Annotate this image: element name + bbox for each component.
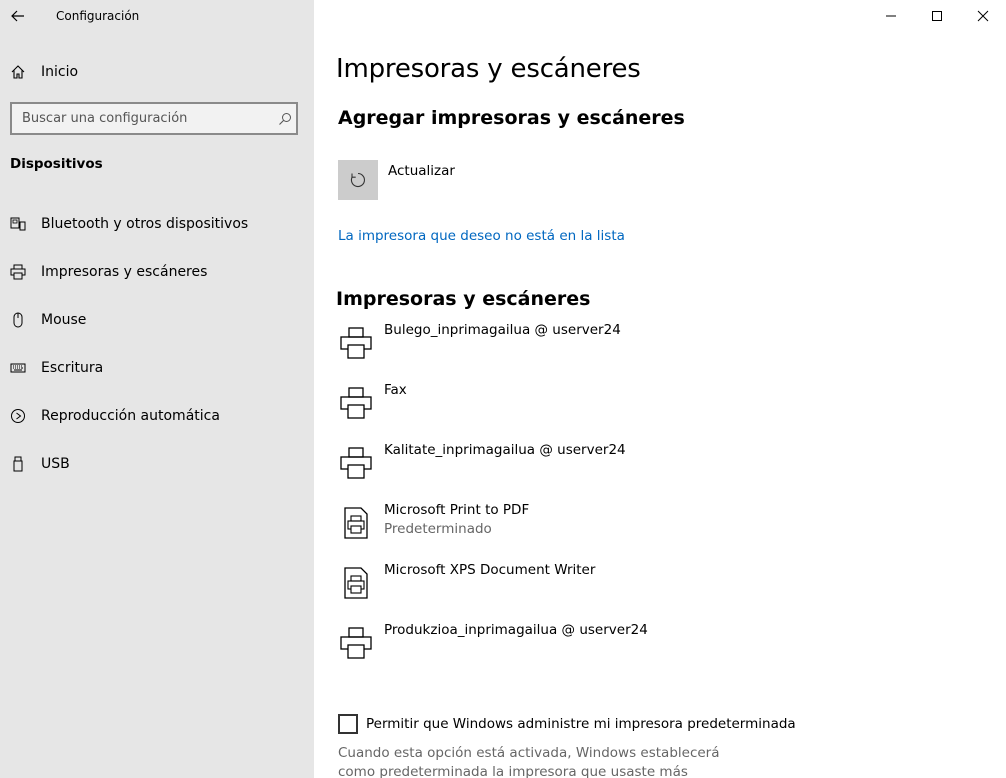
- checkbox-label: Permitir que Windows administre mi impre…: [366, 716, 796, 732]
- sidebar-item-label: Escritura: [41, 360, 104, 376]
- sidebar-item-typing[interactable]: Escritura: [0, 344, 314, 392]
- page-title: Impresoras y escáneres: [336, 54, 641, 84]
- minimize-icon: [886, 15, 896, 17]
- sidebar-item-autoplay[interactable]: Reproducción automática: [0, 392, 314, 440]
- window-controls: [868, 0, 1006, 32]
- printer-name: Kalitate_inprimagailua @ userver24: [384, 442, 626, 458]
- mouse-icon: [0, 312, 36, 328]
- printer-icon: [336, 443, 376, 483]
- option-description: Cuando esta opción está activada, Window…: [338, 745, 720, 778]
- printer-name: Bulego_inprimagailua @ userver24: [384, 322, 621, 338]
- section-title: Dispositivos: [10, 156, 103, 172]
- sidebar-item-label: Mouse: [41, 312, 87, 328]
- refresh-row[interactable]: Actualizar: [338, 160, 455, 200]
- search-box[interactable]: [10, 102, 298, 135]
- minimize-button[interactable]: [868, 0, 914, 32]
- printer-icon: [336, 383, 376, 423]
- printer-name: Produkzioa_inprimagailua @ userver24: [384, 622, 648, 638]
- bluetooth-devices-icon: [0, 216, 36, 232]
- printer-item[interactable]: Kalitate_inprimagailua @ userver24: [336, 438, 936, 498]
- default-status: Predeterminado: [384, 521, 492, 537]
- home-label: Inicio: [41, 64, 79, 80]
- add-printers-heading: Agregar impresoras y escáneres: [338, 107, 685, 129]
- sidebar-nav: Bluetooth y otros dispositivos Impresora…: [0, 200, 314, 488]
- sidebar-item-mouse[interactable]: Mouse: [0, 296, 314, 344]
- sidebar-item-label: Bluetooth y otros dispositivos: [41, 216, 249, 232]
- sidebar-item-printers[interactable]: Impresoras y escáneres: [0, 248, 314, 296]
- main-content: Impresoras y escáneres Agregar impresora…: [314, 0, 1006, 778]
- keyboard-icon: [0, 360, 36, 376]
- sidebar-item-bluetooth[interactable]: Bluetooth y otros dispositivos: [0, 200, 314, 248]
- printer-item[interactable]: Microsoft XPS Document Writer: [336, 558, 936, 618]
- manage-default-checkbox[interactable]: [338, 714, 358, 734]
- search-icon[interactable]: [274, 112, 296, 126]
- maximize-button[interactable]: [914, 0, 960, 32]
- sidebar: Configuración Inicio Dispositivos: [0, 0, 314, 778]
- printer-item[interactable]: Microsoft Print to PDF Predeterminado: [336, 498, 936, 558]
- settings-window: Configuración Inicio Dispositivos: [0, 0, 1006, 778]
- printer-not-listed-link[interactable]: La impresora que deseo no está en la lis…: [338, 228, 625, 244]
- sidebar-item-label: USB: [41, 456, 70, 472]
- sidebar-item-label: Impresoras y escáneres: [41, 264, 208, 280]
- printer-item[interactable]: Fax: [336, 378, 936, 438]
- document-printer-icon: [336, 563, 376, 603]
- home-icon: [0, 64, 36, 80]
- refresh-icon: [350, 172, 365, 187]
- printer-item[interactable]: Bulego_inprimagailua @ userver24: [336, 318, 936, 378]
- app-title: Configuración: [56, 9, 140, 23]
- sidebar-item-usb[interactable]: USB: [0, 440, 314, 488]
- close-icon: [977, 10, 989, 22]
- autoplay-icon: [0, 408, 36, 424]
- printer-icon: [0, 264, 36, 280]
- refresh-button[interactable]: [338, 160, 378, 200]
- printer-icon: [336, 323, 376, 363]
- title-bar: Configuración: [0, 0, 314, 32]
- printer-item[interactable]: Produkzioa_inprimagailua @ userver24: [336, 618, 936, 678]
- back-button[interactable]: [0, 0, 36, 32]
- printer-name: Microsoft Print to PDF: [384, 502, 530, 518]
- document-printer-icon: [336, 503, 376, 543]
- printer-list: Bulego_inprimagailua @ userver24 Fax Kal…: [336, 318, 936, 678]
- back-arrow-icon: [11, 10, 24, 22]
- printer-name: Fax: [384, 382, 407, 398]
- default-printer-option[interactable]: Permitir que Windows administre mi impre…: [338, 714, 796, 734]
- printers-list-heading: Impresoras y escáneres: [336, 288, 591, 310]
- usb-icon: [0, 456, 36, 472]
- close-button[interactable]: [960, 0, 1006, 32]
- refresh-label: Actualizar: [388, 163, 455, 179]
- sidebar-item-home[interactable]: Inicio: [0, 56, 314, 88]
- printer-icon: [336, 623, 376, 663]
- sidebar-item-label: Reproducción automática: [41, 408, 220, 424]
- search-input[interactable]: [22, 111, 274, 126]
- printer-name: Microsoft XPS Document Writer: [384, 562, 596, 578]
- maximize-icon: [932, 11, 942, 21]
